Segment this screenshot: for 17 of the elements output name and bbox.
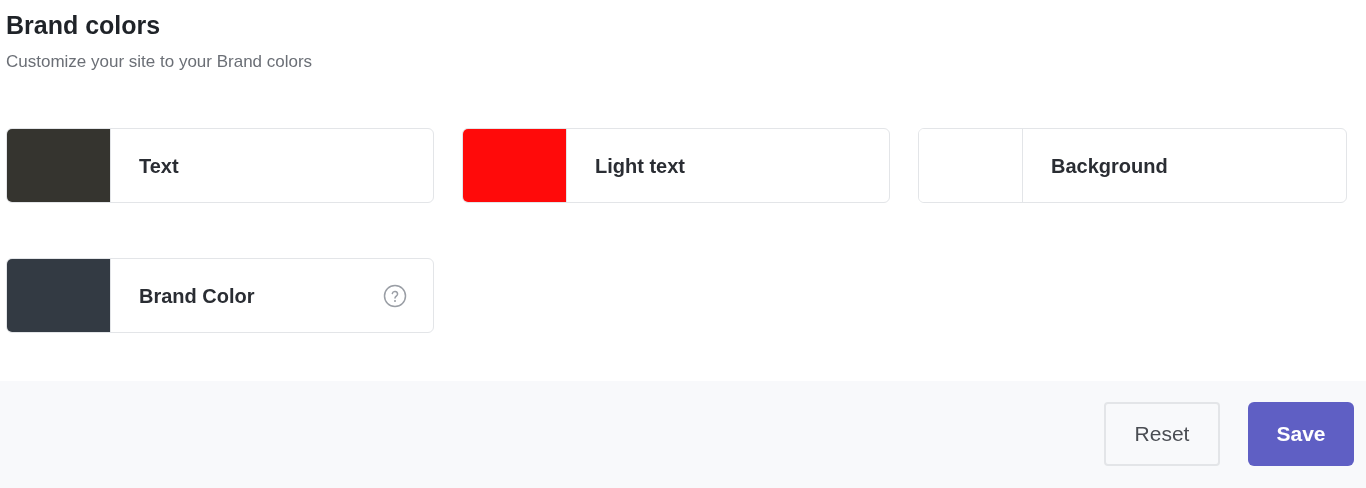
color-swatch[interactable] <box>919 129 1023 202</box>
color-card[interactable]: Brand Color <box>6 258 434 333</box>
color-swatch[interactable] <box>7 259 111 332</box>
page-title: Brand colors <box>6 10 162 41</box>
reset-button[interactable]: Reset <box>1104 402 1220 466</box>
color-card[interactable]: Text <box>6 128 434 203</box>
color-swatch[interactable] <box>7 129 111 202</box>
color-card[interactable]: Light text <box>462 128 890 203</box>
color-swatch[interactable] <box>463 129 567 202</box>
color-label: Light text <box>595 153 686 179</box>
color-label: Background <box>1051 153 1169 179</box>
page-subtitle: Customize your site to your Brand colors <box>6 51 314 73</box>
color-label: Text <box>139 153 180 179</box>
color-card[interactable]: Background <box>918 128 1347 203</box>
help-icon[interactable] <box>383 283 407 308</box>
save-button[interactable]: Save <box>1248 402 1354 466</box>
color-label: Brand Color <box>139 283 256 309</box>
